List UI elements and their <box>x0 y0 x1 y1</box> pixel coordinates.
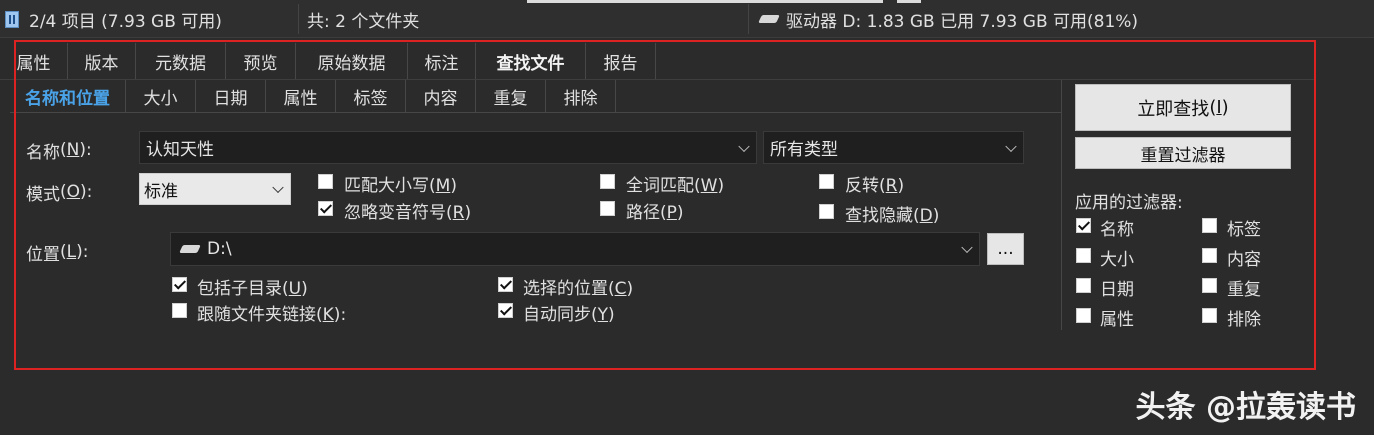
status-divider <box>748 4 749 34</box>
watermark: 头条 @拉轰读书 <box>1135 390 1356 425</box>
status-items-label: 2/4 项目 (7.93 GB 可用) <box>29 11 222 32</box>
status-items: 2/4 项目 (7.93 GB 可用) <box>5 0 222 38</box>
status-drive: 驱动器 D: 1.83 GB 已用 7.93 GB 可用(81%) <box>758 0 1139 38</box>
drive-icon <box>758 15 780 23</box>
file-icon <box>5 10 19 28</box>
highlight-frame <box>14 40 1316 370</box>
status-divider <box>298 4 299 34</box>
status-folders-label: 共: 2 个文件夹 <box>307 11 420 32</box>
status-drive-label: 驱动器 D: 1.83 GB 已用 7.93 GB 可用(81%) <box>786 11 1139 32</box>
